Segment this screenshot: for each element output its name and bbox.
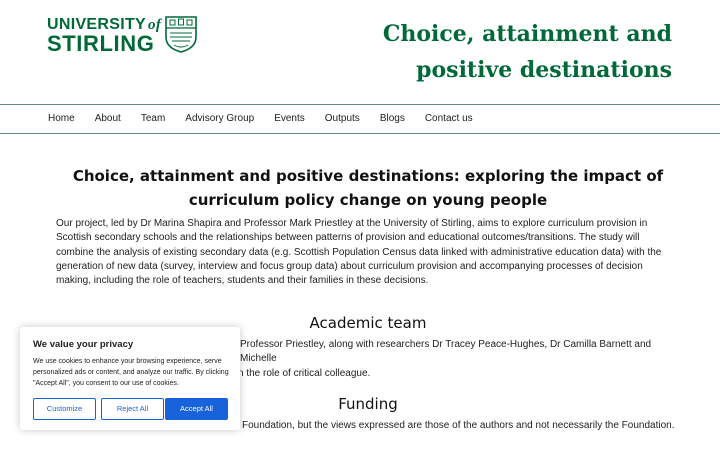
crest-icon — [165, 16, 197, 53]
nav-team[interactable]: Team — [141, 113, 165, 124]
nav-contact-us[interactable]: Contact us — [425, 113, 473, 124]
site-header: UNIVERSITY of STIRLING Choice, attainment… — [0, 0, 720, 104]
accept-all-button[interactable]: Accept All — [165, 398, 228, 420]
nav-advisory-group[interactable]: Advisory Group — [185, 113, 254, 124]
main-content: Choice, attainment and positive destinat… — [56, 164, 680, 288]
nav-outputs[interactable]: Outputs — [325, 113, 360, 124]
main-nav: Home About Team Advisory Group Events Ou… — [0, 104, 720, 134]
nav-home[interactable]: Home — [48, 113, 75, 124]
site-title[interactable]: Choice, attainment and positive destinat… — [312, 16, 672, 88]
customize-button[interactable]: Customize — [33, 398, 96, 420]
logo-line2: STIRLING — [47, 31, 155, 56]
reject-all-button[interactable]: Reject All — [101, 398, 164, 420]
project-intro: Our project, led by Dr Marina Shapira an… — [56, 218, 662, 287]
page-title: Choice, attainment and positive destinat… — [72, 167, 664, 209]
university-logo[interactable]: UNIVERSITY of STIRLING — [47, 14, 199, 56]
cookie-text: We use cookies to enhance your browsing … — [33, 358, 229, 388]
nav-blogs[interactable]: Blogs — [380, 113, 405, 124]
cookie-consent-banner: We value your privacy We use cookies to … — [20, 327, 240, 430]
nav-events[interactable]: Events — [274, 113, 305, 124]
cookie-title: We value your privacy — [33, 339, 134, 350]
nav-about[interactable]: About — [95, 113, 121, 124]
